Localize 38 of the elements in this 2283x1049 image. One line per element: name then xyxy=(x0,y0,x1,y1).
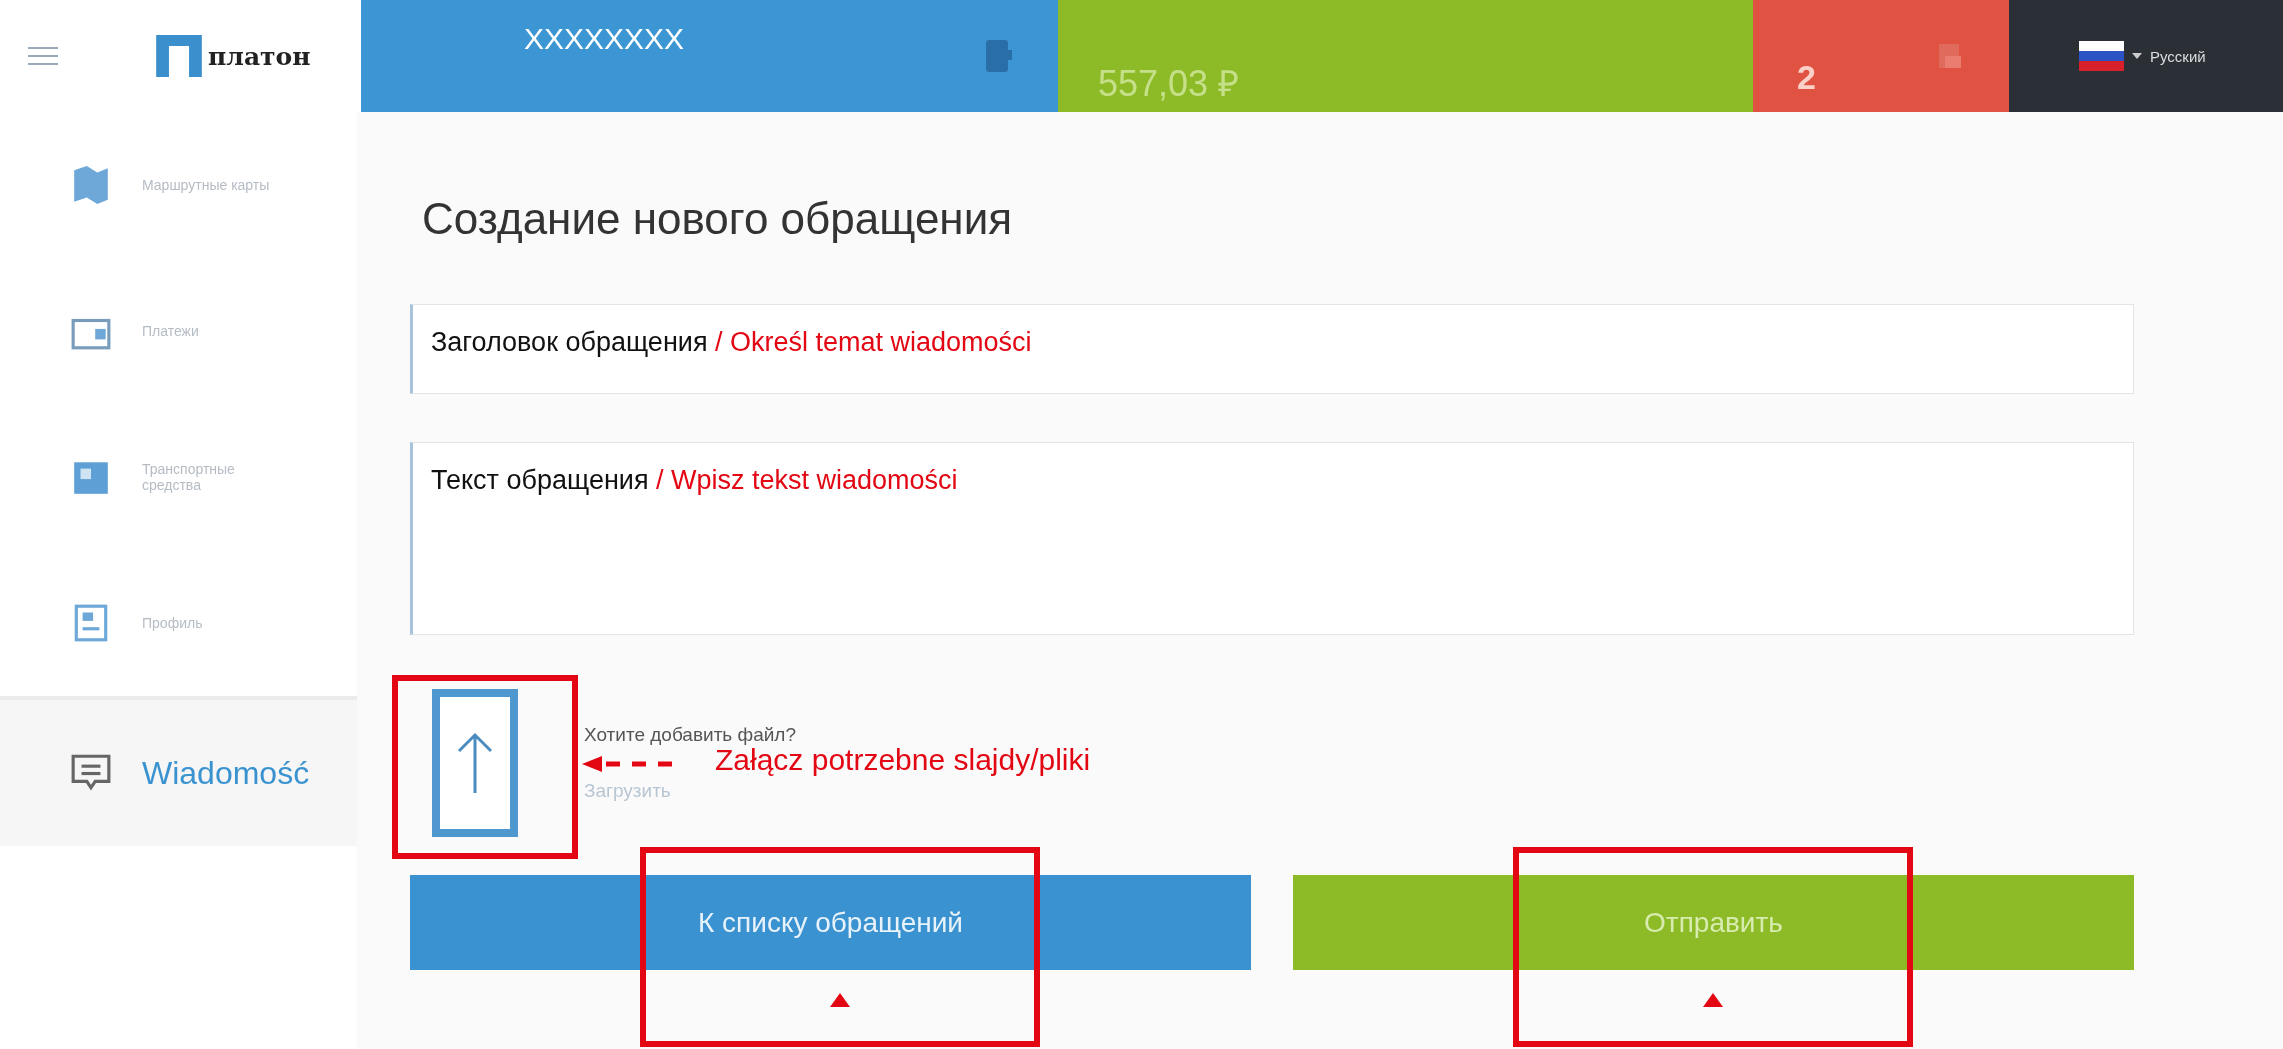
action-button[interactable]: К списку обращений xyxy=(410,875,1251,970)
sidebar-label: Профиль xyxy=(142,615,204,631)
sidebar-item[interactable]: Профиль xyxy=(0,550,357,696)
action-button[interactable]: Отправить xyxy=(1293,875,2134,970)
upload-button[interactable] xyxy=(432,689,518,837)
annotation-text: / Określ temat wiadomości xyxy=(714,327,1032,357)
logo-icon xyxy=(156,35,202,77)
sidebar-item[interactable]: Wiadomość xyxy=(0,696,357,846)
upload-arrow-icon xyxy=(455,731,495,795)
field-placeholder: Текст обращения xyxy=(431,465,649,495)
logo-text: платон xyxy=(208,41,311,71)
menu-icon[interactable] xyxy=(28,46,58,66)
tile-value: XXXXXXXX xyxy=(524,22,685,57)
annotation-text: / Wpisz tekst wiadomości xyxy=(655,465,958,495)
tile-value: 557,03 ₽ xyxy=(1098,62,1240,106)
caret-icon xyxy=(2132,53,2142,59)
annotation-arrow xyxy=(1703,993,1723,1007)
input-field[interactable]: Текст обращения / Wpisz tekst wiadomości xyxy=(410,442,2134,635)
input-field[interactable]: Заголовок обращения / Określ temat wiadomości xyxy=(410,304,2134,394)
sidebar-item[interactable]: Маршрутные карты xyxy=(0,112,357,258)
tile-value: 2 xyxy=(1797,58,1816,98)
sidebar-item[interactable]: Транспортные средства xyxy=(0,404,357,550)
sidebar-label: Платежи xyxy=(142,323,200,339)
language-selector[interactable]: Русский xyxy=(2009,0,2283,112)
flag-icon xyxy=(2079,41,2124,71)
page-title: Создание нового обращения xyxy=(422,194,1014,244)
sidebar-item[interactable]: Платежи xyxy=(0,258,357,404)
sidebar-label: Транспортные средства xyxy=(142,461,236,493)
header-tile[interactable]: 2 xyxy=(1753,0,2009,112)
sidebar-label: Маршрутные карты xyxy=(142,177,271,193)
language-label: Русский xyxy=(2150,47,2206,65)
header-tile[interactable]: XXXXXXXX xyxy=(361,0,1058,112)
field-placeholder: Заголовок обращения xyxy=(431,327,708,357)
header-tile[interactable]: 557,03 ₽ xyxy=(1058,0,1753,112)
upload-question: Хотите добавить файл? xyxy=(584,724,796,746)
upload-link[interactable]: Загрузить xyxy=(584,780,796,802)
sidebar-label: Wiadomość xyxy=(142,754,310,792)
annotation-arrow xyxy=(830,993,850,1007)
